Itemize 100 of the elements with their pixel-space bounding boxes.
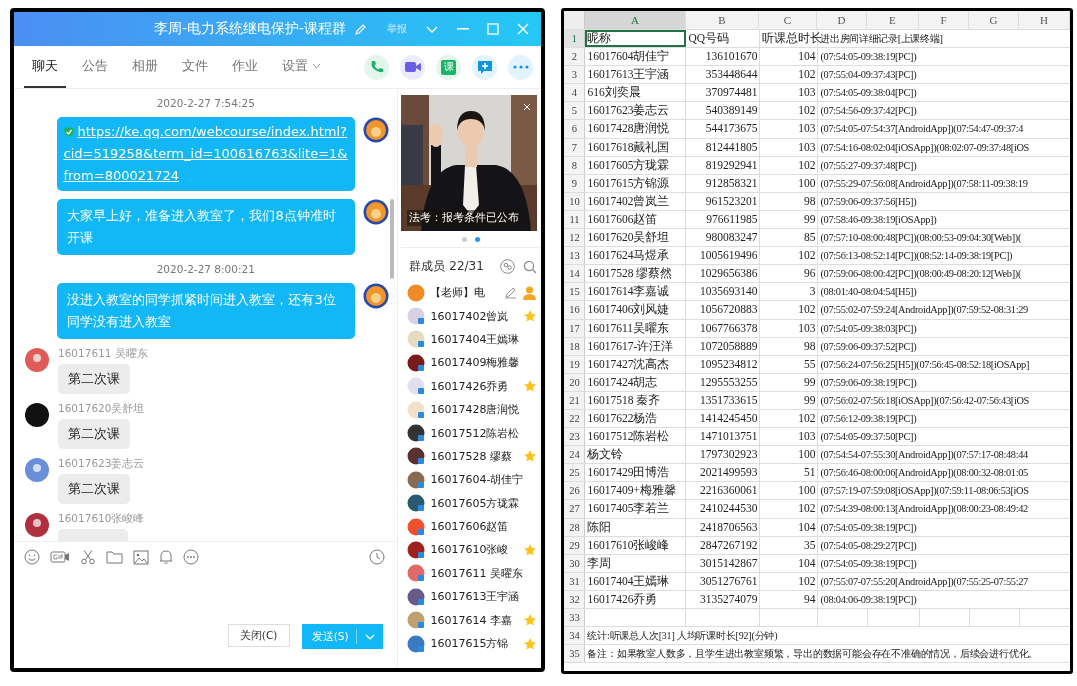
column-header[interactable]: F xyxy=(918,11,969,29)
row-number[interactable]: 23 xyxy=(564,428,586,446)
member-item[interactable]: 16017606赵笛 xyxy=(401,514,542,539)
row-number[interactable]: 35 xyxy=(564,645,586,663)
carousel-dot[interactable] xyxy=(475,236,481,242)
table-cell-text: (07:59:06-09:37:52[PC]) xyxy=(819,339,918,354)
member-item[interactable]: 16017615方锦 xyxy=(401,631,542,656)
tab[interactable]: 作业 xyxy=(224,46,266,88)
member-item[interactable]: 16017512陈岩松 xyxy=(401,421,542,445)
row-number[interactable]: 12 xyxy=(564,229,586,247)
table-cell: 100 xyxy=(760,174,819,192)
row-number[interactable]: 33 xyxy=(564,609,586,627)
column-header[interactable]: E xyxy=(867,11,919,29)
member-item[interactable]: 16017428唐润悦 xyxy=(401,397,542,422)
member-item[interactable]: 16017613王宇涵 xyxy=(401,585,542,609)
table-cell-text: (07:56:46-08:00:06[AndroidApp])(08:00:32-08:01:05 xyxy=(819,466,1029,481)
tab[interactable]: 公告 xyxy=(74,46,116,88)
row-number[interactable]: 14 xyxy=(564,265,586,283)
row-number[interactable]: 1 xyxy=(564,30,586,48)
member-item[interactable]: 16017610张峻 xyxy=(401,538,542,562)
row-number[interactable]: 25 xyxy=(564,464,586,482)
table-cell-text: (07:58:46-09:38:19[iOSApp]) xyxy=(819,212,938,227)
search-icon[interactable] xyxy=(523,259,538,274)
row-number[interactable]: 15 xyxy=(564,283,586,301)
more-icon[interactable] xyxy=(183,549,199,565)
scissors-icon[interactable] xyxy=(80,549,96,565)
table-cell: 1072058889 xyxy=(686,337,761,355)
table-cell-text: (07:55:07-07:55:20[AndroidApp])(07:55:25-07:55:27 xyxy=(819,574,1029,589)
row-number[interactable]: 27 xyxy=(564,500,586,518)
more-button[interactable] xyxy=(508,54,534,80)
chevron-down-icon[interactable] xyxy=(425,24,440,34)
table-cell: 102 xyxy=(760,409,819,428)
member-item[interactable]: 16017611 吴曜东 xyxy=(401,561,542,586)
row-number[interactable]: 3 xyxy=(564,66,586,84)
table-cell: 16017606赵笛 xyxy=(585,210,687,229)
table-cell: 2216360061 xyxy=(686,482,761,500)
column-header[interactable]: G xyxy=(969,11,1020,29)
video-call-button[interactable] xyxy=(400,54,426,80)
maximize-icon[interactable] xyxy=(487,23,500,35)
column-header[interactable]: C xyxy=(759,11,817,29)
minimize-icon[interactable] xyxy=(457,28,470,30)
member-item[interactable]: 【老师】电 xyxy=(401,281,542,305)
carousel-dot[interactable] xyxy=(462,236,468,242)
column-header[interactable]: D xyxy=(816,11,867,29)
message-timestamp: 2020-2-27 7:54:25 xyxy=(155,97,256,109)
member-item[interactable]: 16017528 缪蔡 xyxy=(401,444,542,469)
gif-icon[interactable] xyxy=(50,550,70,564)
row-number[interactable]: 4 xyxy=(564,84,586,102)
avatar-icon xyxy=(407,447,426,466)
row-number[interactable]: 34 xyxy=(564,627,586,645)
table-cell: QQ号码 xyxy=(686,30,761,48)
row-number[interactable]: 26 xyxy=(564,482,586,500)
folder-icon[interactable] xyxy=(106,550,123,564)
table-cell-text: (07:56:13-08:52:14[PC])(08:52:14-09:38:19[PC]) xyxy=(819,249,1014,264)
bell-icon[interactable] xyxy=(159,549,173,565)
tab[interactable]: 聊天 xyxy=(24,46,66,88)
member-name: 16017428唐润悦 xyxy=(430,402,521,418)
member-item[interactable]: 16017614 李嘉 xyxy=(401,608,542,632)
people-icon[interactable] xyxy=(500,259,516,274)
table-cell-text: 进出房间详细记录[上课终端] xyxy=(820,33,944,46)
scrollbar[interactable] xyxy=(390,199,395,279)
column-header[interactable]: H xyxy=(1019,11,1070,29)
emoji-icon[interactable] xyxy=(24,549,40,565)
member-item[interactable]: 16017426乔勇 xyxy=(401,374,542,398)
table-cell-text: (07:54:16-08:02:04[iOSApp])(08:02:07-09:37:48[iOS xyxy=(819,140,1031,155)
table-cell: 昵称 xyxy=(585,30,687,48)
member-item[interactable]: 16017605方珑霖 xyxy=(401,491,542,515)
pencil-icon[interactable] xyxy=(354,22,368,36)
member-item[interactable]: 16017604-胡佳宁 xyxy=(401,468,542,492)
member-item[interactable]: 16017404王嫣琳 xyxy=(401,327,542,352)
row-number[interactable]: 6 xyxy=(564,120,586,138)
row-number[interactable]: 16 xyxy=(564,301,586,319)
column-header[interactable]: B xyxy=(685,11,760,29)
row-number[interactable]: 24 xyxy=(564,446,586,464)
table-cell: 16017617-许汪洋 xyxy=(585,337,687,355)
tab[interactable]: 设置 xyxy=(274,46,329,88)
close-button[interactable]: 关闭(C) xyxy=(227,624,290,647)
close-icon[interactable] xyxy=(523,103,532,111)
phone-button[interactable] xyxy=(364,54,390,80)
table-cell: 16017611吴曜东 xyxy=(585,319,687,337)
avatar-icon xyxy=(407,424,426,443)
caret-icon[interactable] xyxy=(365,633,376,640)
row-number[interactable]: 2 xyxy=(564,48,586,66)
row-number[interactable]: 5 xyxy=(564,102,586,120)
image-icon[interactable] xyxy=(133,549,149,565)
row-number[interactable]: 13 xyxy=(564,247,586,265)
table-cell-text: 备注：如果教室人数多，且学生进出教室频繁，导出的数据可能会存在不准确的情况，后续会进行优化。 xyxy=(586,647,1040,662)
table-cell: 976611985 xyxy=(686,210,761,229)
tab[interactable]: 文件 xyxy=(174,46,216,88)
table-cell: 100 xyxy=(760,482,819,500)
tab[interactable]: 相册 xyxy=(124,46,166,88)
column-header[interactable]: A xyxy=(585,11,686,29)
pencil-icon[interactable] xyxy=(504,286,518,300)
table-cell: 2410244530 xyxy=(686,500,761,518)
clock-icon[interactable] xyxy=(369,549,386,565)
member-item[interactable]: 16017409梅雅馨 xyxy=(401,351,542,375)
member-item[interactable]: 16017402曾岚 xyxy=(401,304,542,328)
avatar-icon xyxy=(407,353,426,372)
add-message-button[interactable] xyxy=(472,54,498,80)
table-cell: 16017402曾岚兰 xyxy=(585,192,687,210)
